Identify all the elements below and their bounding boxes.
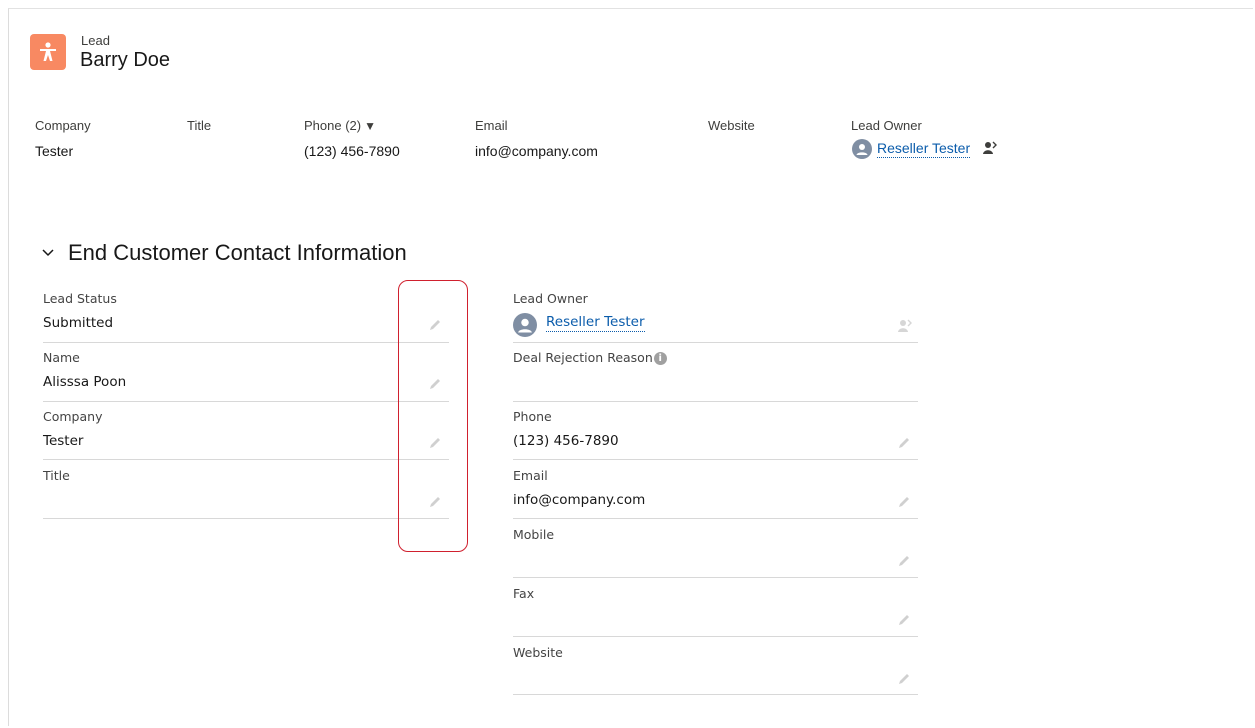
highlight-company-value: Tester [35,143,74,159]
avatar [852,139,872,159]
highlight-company-label: Company [35,118,91,133]
field-divider [43,459,449,460]
field-label: Phone [513,409,552,424]
field-value[interactable]: info@company.com [513,492,645,508]
field-divider [513,518,918,519]
field-label-text: Deal Rejection Reason [513,350,653,365]
highlight-email-value[interactable]: info@company.com [475,143,598,159]
field-divider [513,694,918,695]
field-label: Deal Rejection Reason i [513,350,667,365]
field-label: Title [43,468,70,483]
info-icon[interactable]: i [653,352,667,365]
highlight-website-label: Website [708,118,755,133]
field-label: Website [513,645,563,660]
field-divider [513,636,918,637]
field-divider [43,401,449,402]
edit-pencil-icon[interactable] [897,436,911,450]
change-owner-icon[interactable] [983,140,997,159]
field-value: Tester [43,433,84,449]
highlight-phone-label[interactable]: Phone (2) ▼ [304,118,376,133]
record-page-frame [8,8,1253,726]
edit-pencil-icon[interactable] [897,613,911,627]
field-divider [43,342,449,343]
highlight-phone-label-text: Phone (2) [304,118,362,133]
caret-down-icon[interactable]: ▼ [364,119,376,133]
lead-icon [30,34,66,70]
highlight-owner-label: Lead Owner [851,118,922,133]
highlight-phone-value[interactable]: (123) 456-7890 [304,143,400,159]
field-label: Email [513,468,548,483]
edit-pencil-icon[interactable] [897,554,911,568]
field-divider [43,518,449,519]
field-label: Lead Status [43,291,117,306]
field-label: Name [43,350,80,365]
edit-pencil-icon[interactable] [897,495,911,509]
annotation-highlight-box [398,280,468,552]
field-label: Company [43,409,103,424]
field-divider [513,342,918,343]
object-type-label: Lead [81,33,110,48]
field-value[interactable]: (123) 456-7890 [513,433,619,449]
field-label: Mobile [513,527,555,542]
field-label: Lead Owner [513,291,588,306]
field-divider [513,577,918,578]
owner-link[interactable]: Reseller Tester [546,314,645,332]
section-title[interactable]: End Customer Contact Information [68,240,407,266]
highlight-owner-link[interactable]: Reseller Tester [877,140,971,158]
change-owner-icon[interactable] [898,318,912,337]
field-value: Submitted [43,315,114,331]
field-value: Alisssa Poon [43,374,127,390]
highlight-title-label: Title [187,118,212,133]
chevron-down-icon[interactable] [41,246,55,260]
field-divider [513,401,918,402]
edit-pencil-icon[interactable] [897,672,911,686]
record-name: Barry Doe [80,49,171,71]
field-divider [513,459,918,460]
field-label: Fax [513,586,535,601]
highlight-email-label: Email [475,118,508,133]
avatar [513,313,537,337]
